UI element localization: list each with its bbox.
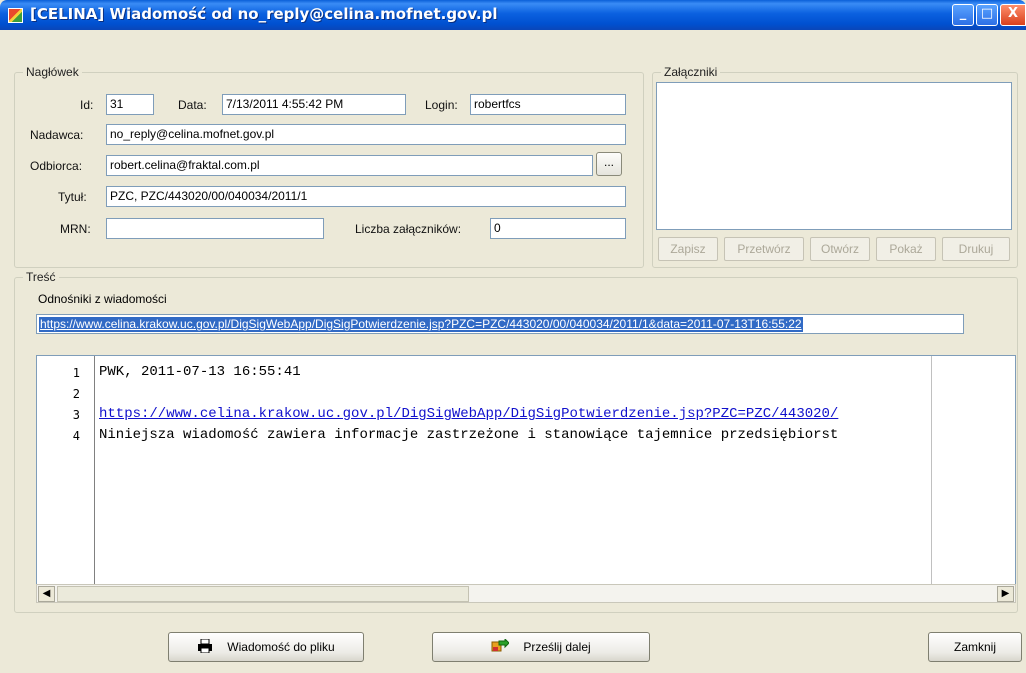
close-window-button[interactable]: X [1000, 4, 1026, 26]
id-field[interactable]: 31 [106, 94, 154, 115]
line-number: 2 [72, 387, 80, 401]
line-number-gutter: 1 2 3 4 [37, 356, 95, 584]
close-label: Zamknij [953, 640, 996, 654]
forward-label: Prześlij dalej [523, 640, 591, 654]
date-field[interactable]: 7/13/2011 4:55:42 PM [222, 94, 406, 115]
links-label: Odnośniki z wiadomości [38, 292, 167, 306]
scroll-left-arrow-icon[interactable]: ◀ [38, 586, 55, 602]
save-attachment-button[interactable]: Zapisz [658, 237, 718, 261]
scrollbar-thumb[interactable] [57, 586, 469, 602]
sender-field[interactable]: no_reply@celina.mofnet.gov.pl [106, 124, 626, 145]
line-number: 3 [72, 408, 80, 422]
forward-icon [491, 637, 511, 656]
maximize-button[interactable]: □ [976, 4, 998, 26]
title-bar[interactable]: [CELINA] Wiadomość od no_reply@celina.mo… [0, 0, 1026, 30]
message-editor[interactable]: 1 2 3 4 PWK, 2011-07-13 16:55:41 https:/… [36, 355, 1016, 585]
recipient-label: Odbiorca: [30, 159, 83, 173]
attachments-group-title: Załączniki [661, 65, 721, 79]
attachments-count-label: Liczba załączników: [355, 222, 462, 236]
line-number: 1 [72, 366, 80, 380]
close-button[interactable]: Zamknij [928, 632, 1022, 662]
save-to-file-label: Wiadomość do pliku [227, 640, 335, 654]
attachments-list[interactable] [656, 82, 1012, 230]
window-title: [CELINA] Wiadomość od no_reply@celina.mo… [30, 5, 498, 23]
login-label: Login: [425, 98, 458, 112]
header-group-title: Nagłówek [23, 65, 82, 79]
recipient-browse-button[interactable]: ... [596, 152, 622, 176]
forward-button[interactable]: Prześlij dalej [432, 632, 650, 662]
process-attachment-button[interactable]: Przetwórz [724, 237, 804, 261]
subject-field[interactable]: PZC, PZC/443020/00/040034/2011/1 [106, 186, 626, 207]
scroll-right-arrow-icon[interactable]: ▶ [997, 586, 1014, 602]
code-line-link[interactable]: https://www.celina.krakow.uc.gov.pl/DigS… [99, 406, 838, 422]
save-to-file-button[interactable]: Wiadomość do pliku [168, 632, 364, 662]
id-label: Id: [80, 98, 94, 112]
recipient-field[interactable]: robert.celina@fraktal.com.pl [106, 155, 593, 176]
right-margin-line [931, 356, 932, 584]
login-field[interactable]: robertfcs [470, 94, 626, 115]
links-list[interactable]: https://www.celina.krakow.uc.gov.pl/DigS… [36, 314, 964, 334]
app-icon [8, 8, 23, 23]
mrn-label: MRN: [60, 222, 91, 236]
line-number: 4 [72, 429, 80, 443]
message-link[interactable]: https://www.celina.krakow.uc.gov.pl/DigS… [39, 317, 803, 332]
mrn-field[interactable] [106, 218, 324, 239]
minimize-button[interactable]: _ [952, 4, 974, 26]
attachments-count-field[interactable]: 0 [490, 218, 626, 239]
sender-label: Nadawca: [30, 128, 84, 142]
show-attachment-button[interactable]: Pokaż [876, 237, 936, 261]
body-group-title: Treść [23, 270, 59, 284]
printer-icon [197, 638, 213, 656]
subject-label: Tytuł: [58, 190, 87, 204]
code-line: PWK, 2011-07-13 16:55:41 [99, 364, 301, 380]
print-attachment-button[interactable]: Drukuj [942, 237, 1010, 261]
date-label: Data: [178, 98, 207, 112]
open-attachment-button[interactable]: Otwórz [810, 237, 870, 261]
code-line: Niniejsza wiadomość zawiera informacje z… [99, 427, 839, 443]
message-window: [CELINA] Wiadomość od no_reply@celina.mo… [0, 0, 1026, 673]
horizontal-scrollbar[interactable]: ◀ ▶ [36, 584, 1016, 603]
